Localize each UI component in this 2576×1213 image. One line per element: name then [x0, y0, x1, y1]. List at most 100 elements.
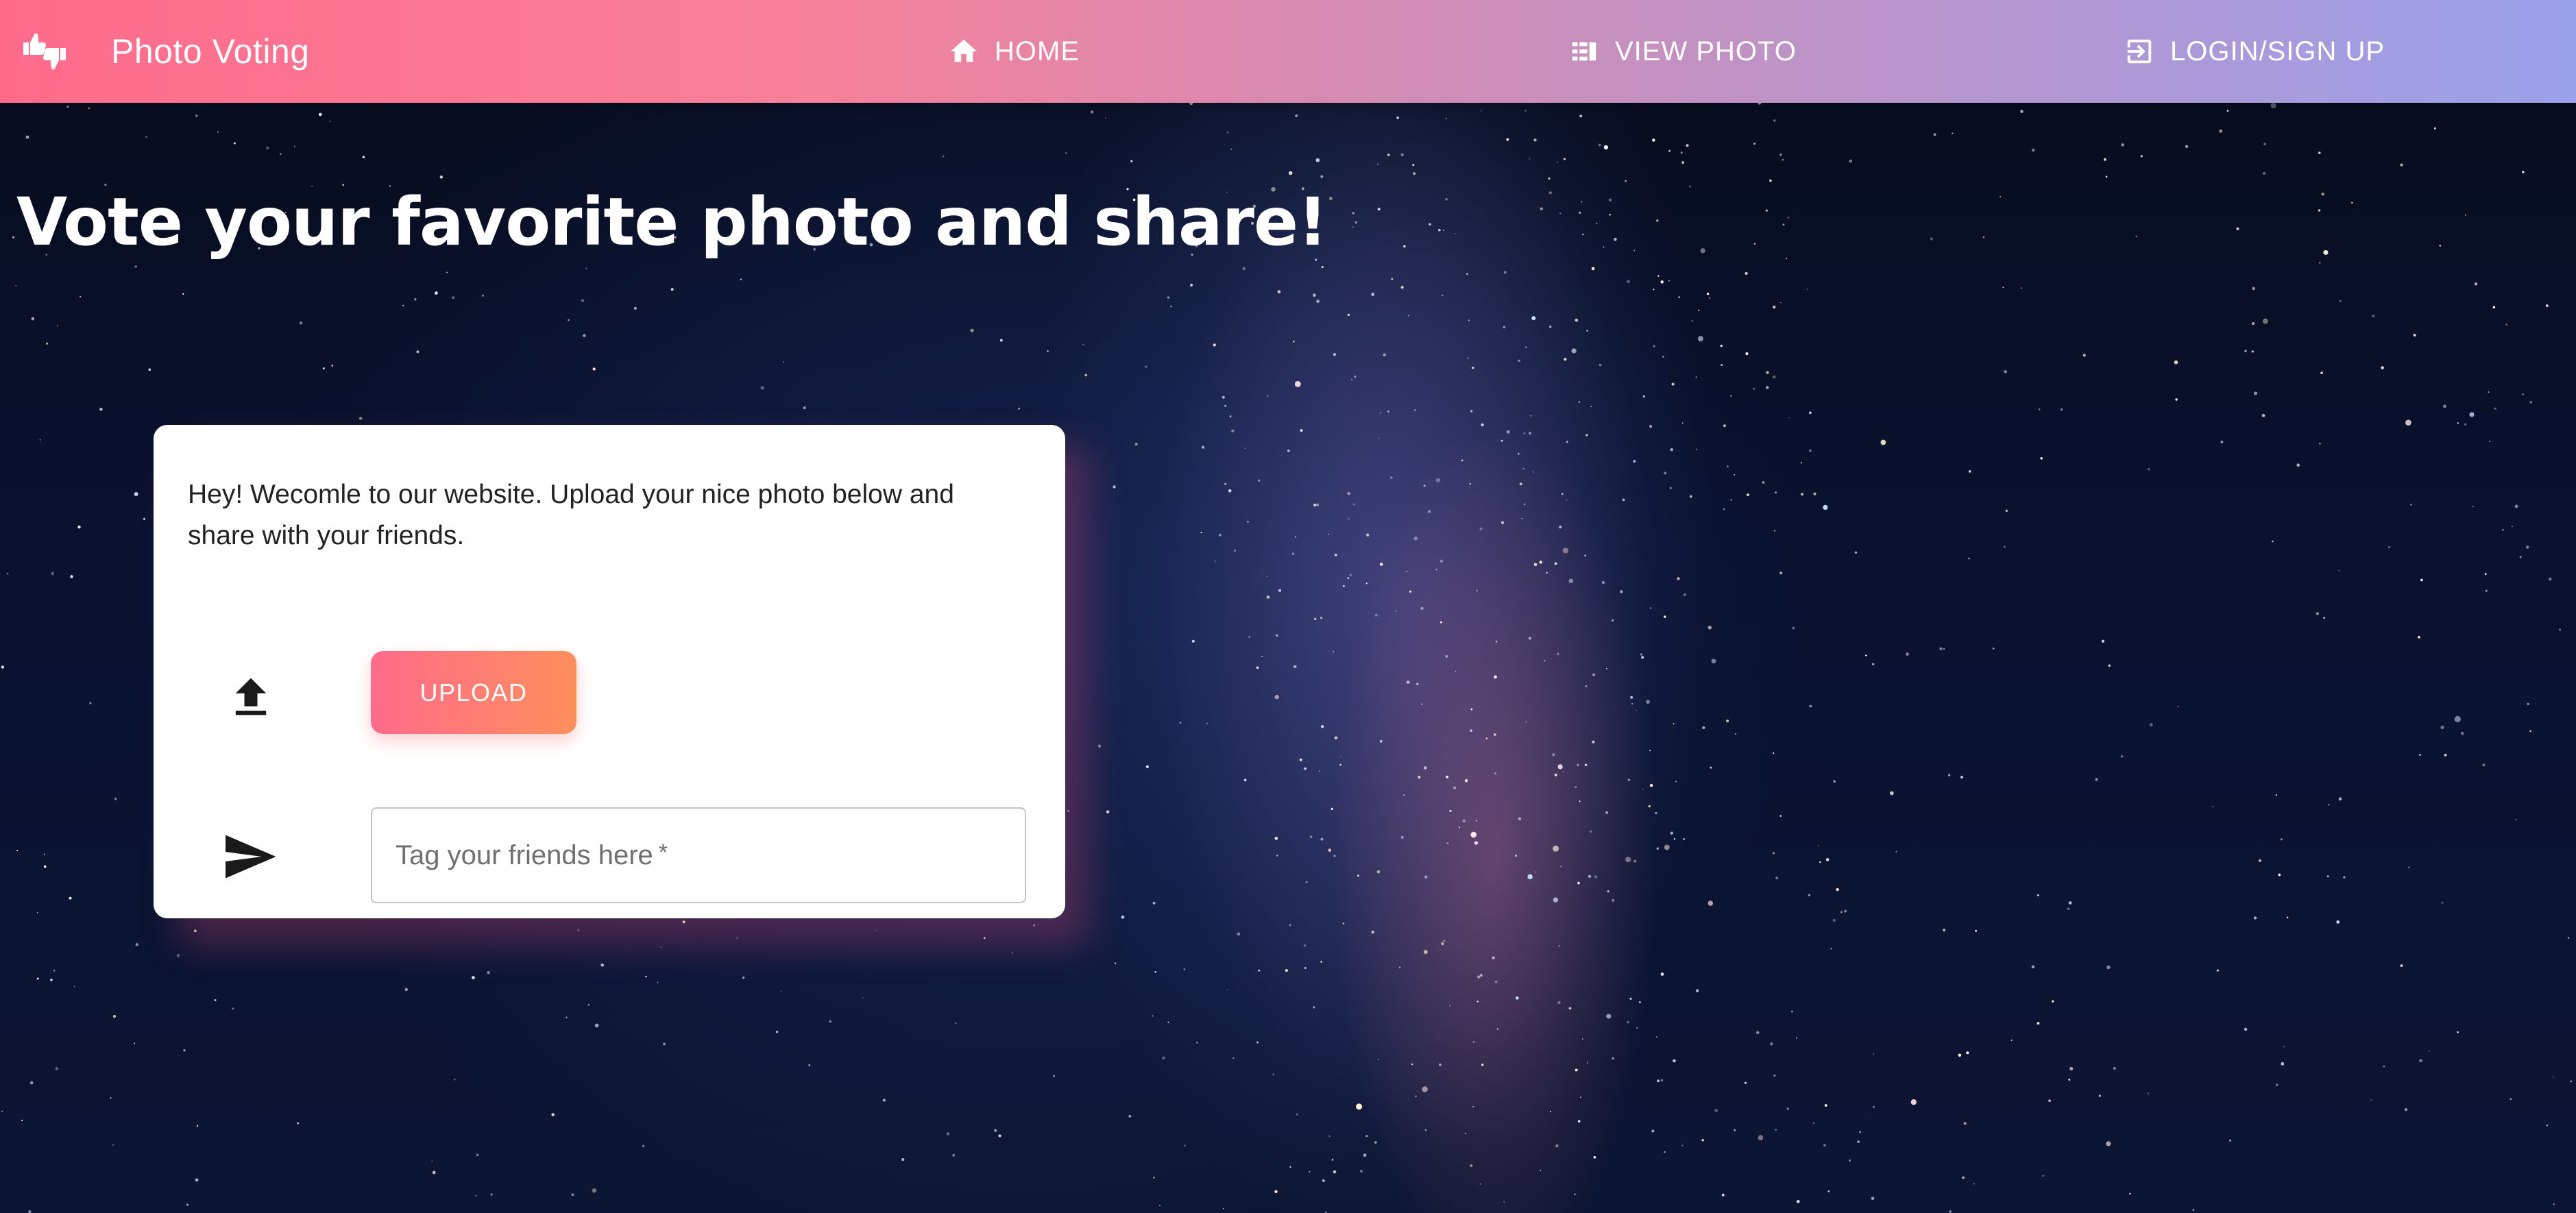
star: [402, 304, 404, 307]
star: [1047, 350, 1049, 352]
star: [1591, 267, 1595, 271]
star: [280, 153, 282, 156]
star: [1683, 837, 1686, 840]
star: [1200, 531, 1202, 534]
star: [2121, 143, 2124, 147]
star: [1638, 1001, 1641, 1003]
star: [1349, 574, 1352, 576]
star: [1376, 163, 1379, 166]
star: [1780, 302, 1782, 304]
star: [1464, 779, 1468, 783]
star: [2372, 315, 2375, 318]
star: [2244, 350, 2247, 352]
star: [1633, 859, 1637, 863]
star: [1376, 870, 1381, 874]
star: [1791, 1010, 1793, 1013]
star: [1128, 1114, 1132, 1118]
star: [1291, 552, 1295, 556]
star: [1462, 819, 1466, 823]
star: [1365, 533, 1370, 537]
nav-login-link[interactable]: LOGIN/SIGN UP: [2124, 0, 2385, 103]
star: [2244, 1027, 2248, 1031]
star: [36, 977, 39, 980]
star: [1557, 162, 1558, 163]
star: [1313, 293, 1316, 297]
star: [1352, 503, 1355, 506]
star: [2220, 440, 2224, 443]
star: [1320, 175, 1324, 178]
star: [2228, 1139, 2232, 1142]
star: [1702, 726, 1705, 730]
star: [1379, 739, 1383, 743]
star: [1670, 448, 1673, 452]
star: [2488, 391, 2490, 393]
star: [1243, 779, 1247, 782]
star: [1424, 1129, 1427, 1131]
star: [1435, 568, 1438, 571]
star: [1470, 729, 1473, 733]
star: [2418, 635, 2420, 639]
star: [1424, 875, 1428, 879]
star: [1649, 783, 1653, 787]
star: [1287, 449, 1290, 452]
star: [1775, 877, 1779, 880]
star: [1213, 343, 1216, 347]
star: [1154, 971, 1156, 973]
star: [1218, 533, 1222, 537]
star: [1673, 837, 1676, 840]
star: [1723, 508, 1725, 511]
star: [1593, 1155, 1596, 1159]
star: [1668, 280, 1670, 282]
star: [1819, 861, 1821, 863]
star: [319, 112, 322, 117]
star: [1420, 606, 1424, 610]
nav-view-photo-link[interactable]: VIEW PHOTO: [1568, 0, 1797, 103]
star: [1515, 996, 1519, 1000]
star: [1578, 401, 1580, 403]
star: [1873, 1105, 1875, 1108]
star: [2270, 102, 2276, 109]
star: [2105, 175, 2108, 178]
star: [1669, 487, 1672, 489]
star: [1409, 590, 1412, 593]
star: [476, 1153, 479, 1156]
star: [1656, 219, 1659, 222]
star: [1352, 226, 1354, 228]
star: [1411, 1063, 1413, 1066]
star: [1753, 143, 1756, 145]
star: [362, 156, 365, 158]
tag-friends-input[interactable]: Tag your friends here *: [371, 807, 1026, 903]
star: [145, 136, 147, 138]
star: [1698, 309, 1700, 311]
brand[interactable]: Photo Voting: [21, 0, 310, 103]
star: [808, 1064, 811, 1066]
star: [196, 1125, 199, 1127]
star: [1377, 208, 1381, 211]
star: [1266, 595, 1270, 599]
star: [1574, 1193, 1576, 1196]
star: [740, 278, 742, 280]
star: [1581, 1038, 1583, 1040]
star: [2037, 1022, 2040, 1025]
star: [1464, 1133, 1466, 1135]
star: [1258, 479, 1261, 482]
star: [1579, 800, 1581, 802]
view-list-icon: [1572, 42, 1596, 61]
star: [2037, 894, 2039, 896]
star: [1942, 929, 1946, 932]
upload-button[interactable]: UPLOAD: [371, 651, 576, 734]
star: [1723, 424, 1726, 428]
star: [1347, 313, 1350, 317]
star: [1557, 652, 1559, 655]
star: [1585, 434, 1588, 437]
star: [1605, 811, 1609, 814]
star: [1052, 1075, 1055, 1077]
star: [1823, 1144, 1827, 1147]
star: [53, 969, 56, 972]
star: [1407, 315, 1409, 317]
star: [135, 943, 138, 946]
nav-home-link[interactable]: HOME: [948, 0, 1080, 103]
star: [1544, 660, 1546, 662]
star: [431, 1160, 433, 1162]
star: [1561, 493, 1564, 495]
